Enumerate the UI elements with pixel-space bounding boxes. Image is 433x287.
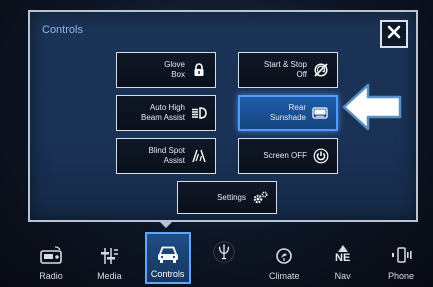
radio-icon	[38, 245, 64, 267]
nav-nav-label: Nav	[334, 271, 351, 281]
nav-media-label: Media	[97, 271, 122, 281]
infotainment-screen: Controls Glove Box Start & Stop Off Auto…	[0, 0, 433, 287]
trident-logo-icon	[211, 241, 241, 271]
sunshade-icon	[312, 105, 328, 121]
climate-icon	[271, 245, 297, 267]
nav-radio-label: Radio	[39, 271, 63, 281]
pointing-arrow-icon	[342, 82, 404, 132]
nav-home-logo[interactable]	[203, 232, 249, 284]
blind-spot-icon	[191, 148, 207, 164]
bottom-nav-bar: Radio Media Controls Climate NE Nav Phon…	[28, 232, 424, 287]
close-icon	[387, 25, 401, 44]
rear-sunshade-label: Rear Sunshade	[269, 103, 306, 122]
auto-high-beam-label: Auto High Beam Assist	[140, 103, 185, 122]
high-beam-icon	[191, 105, 207, 121]
nav-phone[interactable]: Phone	[378, 232, 424, 284]
start-stop-off-button[interactable]: Start & Stop Off	[238, 52, 338, 88]
nav-heading: NE	[335, 252, 351, 264]
compass-ne-icon: NE	[330, 245, 356, 267]
car-icon	[155, 243, 181, 265]
blind-spot-label: Blind Spot Assist	[148, 146, 185, 165]
panel-pointer	[158, 220, 174, 228]
rear-sunshade-button[interactable]: Rear Sunshade	[238, 95, 338, 131]
media-icon	[96, 245, 122, 267]
lock-icon	[191, 62, 207, 78]
nav-climate-label: Climate	[269, 271, 300, 281]
start-stop-label: Start & Stop Off	[263, 60, 307, 79]
glove-box-label: Glove Box	[164, 60, 185, 79]
nav-radio[interactable]: Radio	[28, 232, 74, 284]
blind-spot-assist-button[interactable]: Blind Spot Assist	[116, 138, 216, 174]
glove-box-button[interactable]: Glove Box	[116, 52, 216, 88]
nav-phone-label: Phone	[387, 271, 414, 281]
power-icon	[313, 148, 329, 164]
settings-label: Settings	[217, 192, 246, 202]
nav-climate[interactable]: Climate	[261, 232, 307, 284]
screen-off-label: Screen OFF	[263, 151, 307, 160]
auto-high-beam-assist-button[interactable]: Auto High Beam Assist	[116, 95, 216, 131]
phone-icon	[388, 245, 414, 267]
settings-button[interactable]: Settings	[177, 181, 277, 214]
nav-media[interactable]: Media	[86, 232, 132, 284]
screen-off-button[interactable]: Screen OFF	[238, 138, 338, 174]
start-stop-off-icon	[313, 62, 329, 78]
gears-icon	[252, 190, 268, 206]
nav-controls-label: Controls	[150, 269, 185, 279]
panel-title: Controls	[42, 24, 83, 36]
nav-nav[interactable]: NE Nav	[320, 232, 366, 284]
nav-controls[interactable]: Controls	[144, 232, 191, 284]
close-button[interactable]	[380, 20, 408, 48]
